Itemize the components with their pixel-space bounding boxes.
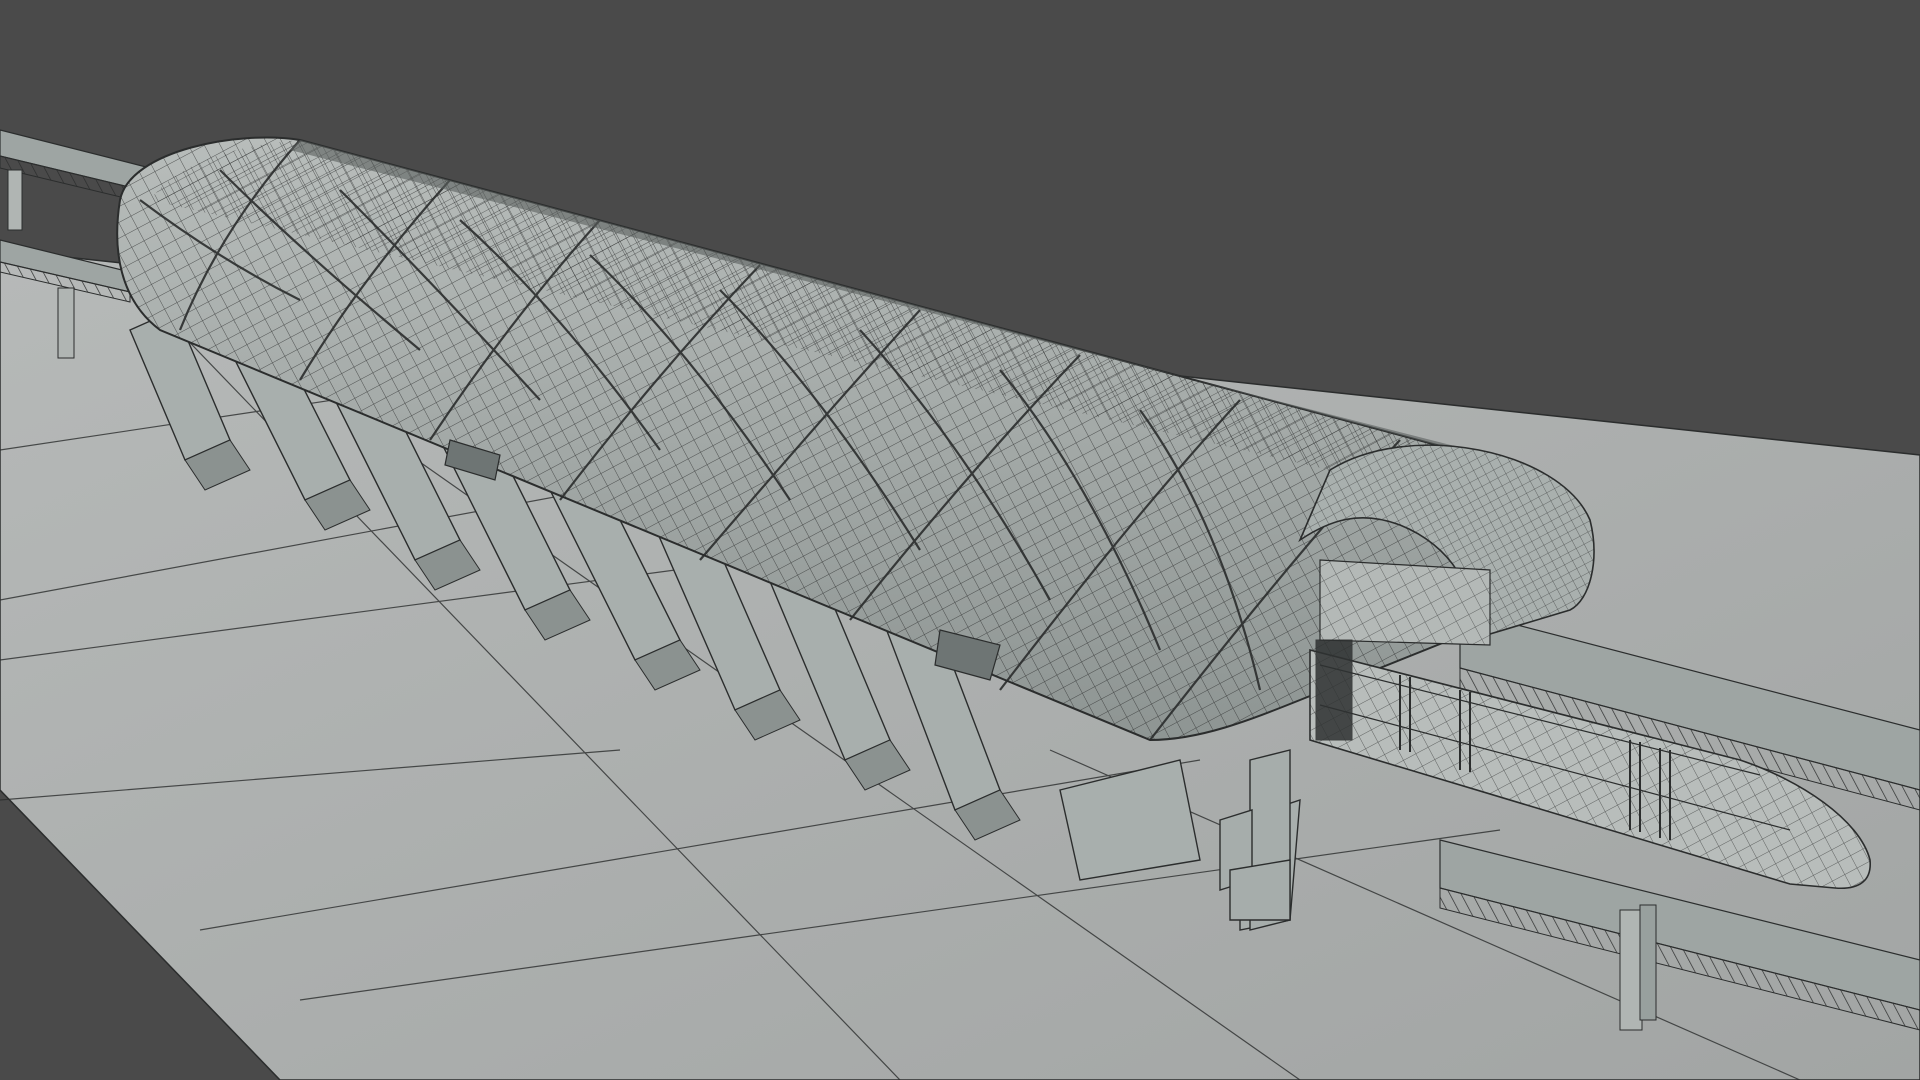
wireframe-render xyxy=(0,129,1920,1080)
tunnel-opening xyxy=(1315,639,1353,741)
3d-viewport[interactable] xyxy=(0,0,1920,1080)
